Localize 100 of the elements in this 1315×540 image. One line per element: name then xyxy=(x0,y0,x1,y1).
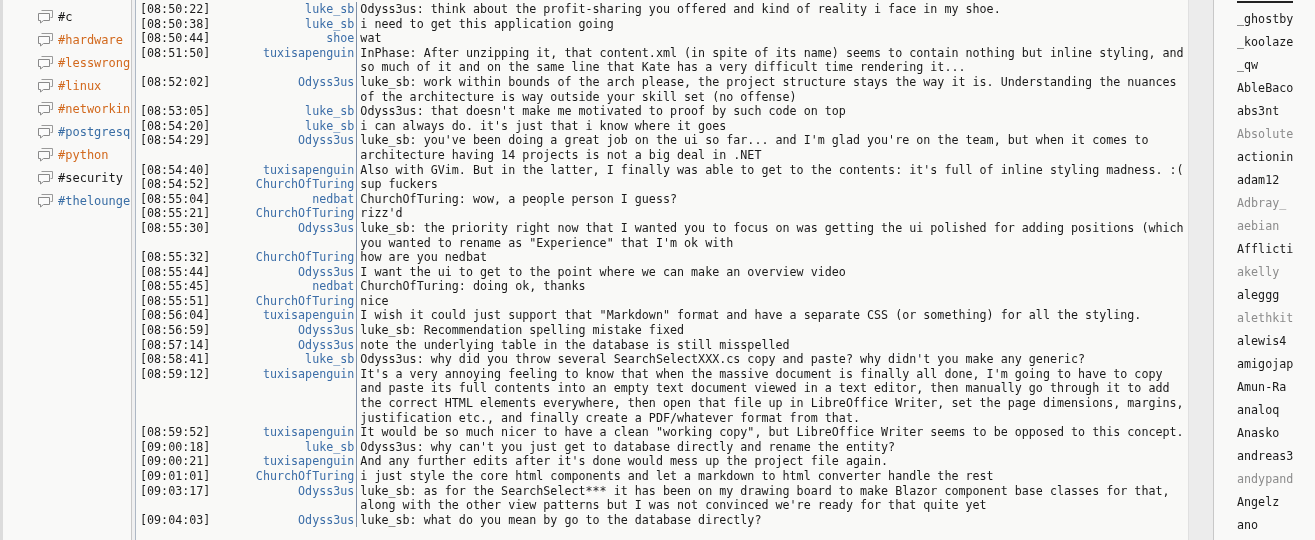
user-item[interactable]: akelly xyxy=(1237,261,1315,284)
channel-item[interactable]: #postgresq xyxy=(37,120,131,143)
channel-name: #linux xyxy=(58,78,102,93)
channel-name: #hardware xyxy=(58,32,124,47)
channel-name: #postgresq xyxy=(58,124,131,139)
channel-item[interactable]: #thelounge xyxy=(37,189,131,212)
timestamp: [08:55:04] xyxy=(140,191,211,207)
nickname[interactable]: luke_sb xyxy=(210,118,357,134)
nickname[interactable]: luke_sb xyxy=(210,2,357,17)
message-text: It's a very annoying feeling to know that when the massive document is finally all done, I'm going to have to copy and paste its full contents into an empty text document viewed in a text editor, then manually go through it to add the correct HTML elements everywhere, then open that file up in LibreOffice Writer, set the page dimensions, margins, justification etc., and finally create a PDF/whatever format from that. xyxy=(356,366,1184,426)
timestamp: [08:50:22] xyxy=(140,2,211,17)
timestamp: [08:51:50] xyxy=(140,45,211,62)
channel-name: #thelounge xyxy=(58,193,131,208)
timestamp: [08:52:02] xyxy=(140,74,211,91)
user-item[interactable]: aebian xyxy=(1237,215,1315,238)
nickname[interactable]: nedbat xyxy=(210,191,357,207)
nickname[interactable]: Odyss3us xyxy=(210,74,357,105)
nickname[interactable]: tuxisapenguin xyxy=(210,162,357,178)
timestamp: [09:03:17] xyxy=(140,483,211,500)
nickname[interactable]: ChurchOfTuring xyxy=(210,177,357,192)
timestamp: [08:50:38] xyxy=(140,16,211,32)
nickname[interactable]: Odyss3us xyxy=(210,133,357,163)
timestamp: [08:59:12] xyxy=(140,366,211,383)
timestamp: [08:54:40] xyxy=(140,162,211,178)
user-item[interactable]: _qw xyxy=(1237,54,1315,77)
nickname[interactable]: tuxisapenguin xyxy=(210,45,357,75)
user-item[interactable]: aleggg xyxy=(1237,284,1315,307)
nickname[interactable]: tuxisapenguin xyxy=(210,308,357,324)
channel-item[interactable]: #lesswrong xyxy=(37,51,131,74)
timestamp: [09:00:21] xyxy=(140,454,211,469)
nickname[interactable]: tuxisapenguin xyxy=(210,366,357,426)
channel-item[interactable]: #python xyxy=(37,143,131,166)
user-item[interactable]: Angelz xyxy=(1237,491,1315,514)
nickname[interactable]: shoe xyxy=(210,31,357,46)
nickname[interactable]: luke_sb xyxy=(210,104,357,119)
nickname[interactable]: ChurchOfTuring xyxy=(210,250,357,265)
nickname[interactable]: luke_sb xyxy=(210,352,357,367)
message-text: how are you nedbat xyxy=(356,250,1184,265)
timestamp: [08:50:44] xyxy=(140,31,211,46)
user-item[interactable]: Absolute xyxy=(1237,123,1315,146)
message-text: rizz'd xyxy=(356,206,1184,221)
channel-item[interactable]: #networkin xyxy=(37,97,131,120)
nickname[interactable]: nedbat xyxy=(210,279,357,294)
timestamp: [08:55:32] xyxy=(140,250,211,265)
timestamp: [09:00:18] xyxy=(140,439,211,455)
user-item[interactable]: adam12 xyxy=(1237,169,1315,192)
chat-bubbles-icon xyxy=(37,78,54,93)
nickname[interactable]: Odyss3us xyxy=(210,337,357,353)
nickname[interactable]: ChurchOfTuring xyxy=(210,469,357,484)
user-item[interactable]: Adbray_ xyxy=(1237,192,1315,215)
message-text: I want the ui to get to the point where we can make an overview video xyxy=(356,264,1184,280)
channel-item[interactable]: #c xyxy=(37,5,131,28)
nickname[interactable]: luke_sb xyxy=(210,16,357,32)
message-text: luke_sb: what do you mean by go to the database directly? xyxy=(356,512,1184,528)
message-text: i need to get this application going xyxy=(356,16,1184,32)
chat-bubbles-icon xyxy=(37,32,54,47)
nickname[interactable]: ChurchOfTuring xyxy=(210,293,357,309)
user-item[interactable]: actionin xyxy=(1237,146,1315,169)
nickname[interactable]: Odyss3us xyxy=(210,220,357,251)
user-item[interactable]: andypand xyxy=(1237,468,1315,491)
user-item[interactable]: Anasko xyxy=(1237,422,1315,445)
user-item[interactable]: ano xyxy=(1237,514,1315,537)
scrollbar[interactable] xyxy=(1188,0,1213,540)
channel-item[interactable]: #linux xyxy=(37,74,131,97)
nickname[interactable]: Odyss3us xyxy=(210,264,357,280)
user-item[interactable]: analoq xyxy=(1237,399,1315,422)
nickname[interactable]: Odyss3us xyxy=(210,323,357,338)
user-item[interactable]: Afflicti xyxy=(1237,238,1315,261)
chat-bubbles-icon xyxy=(37,101,54,116)
nickname[interactable]: luke_sb xyxy=(210,439,357,455)
channel-item[interactable]: #hardware xyxy=(37,28,131,51)
nickname[interactable]: Odyss3us xyxy=(210,512,357,528)
user-item[interactable]: _koolaze xyxy=(1237,31,1315,54)
user-item[interactable]: abs3nt xyxy=(1237,100,1315,123)
chat-bubbles-icon xyxy=(37,170,54,185)
chat-bubbles-icon xyxy=(37,9,54,24)
nickname[interactable]: ChurchOfTuring xyxy=(210,206,357,221)
user-item[interactable]: Amun-Ra xyxy=(1237,376,1315,399)
timestamp: [08:55:30] xyxy=(140,220,211,237)
message-text: It would be so much nicer to have a clean "working copy", but LibreOffice Writer seems to be opposed to this concept. xyxy=(356,425,1184,440)
nickname[interactable]: tuxisapenguin xyxy=(210,425,357,440)
user-item[interactable]: _ghostby xyxy=(1237,8,1315,31)
user-item[interactable]: amigojap xyxy=(1237,353,1315,376)
user-item[interactable]: alewis4 xyxy=(1237,330,1315,353)
message-text: Odyss3us: think about the profit-sharing you offered and kind of reality i face in my shoe. xyxy=(356,2,1184,17)
nickname[interactable]: Odyss3us xyxy=(210,483,357,513)
message-text: luke_sb: you've been doing a great job on the ui so far... and I'm glad you're on the team, but when it comes to architecture having 14 projects is not a big deal in .NET xyxy=(356,133,1184,163)
user-item[interactable]: andreas3 xyxy=(1237,445,1315,468)
channel-name: #c xyxy=(58,9,73,24)
timestamp: [08:55:51] xyxy=(140,293,211,309)
channel-name: #networkin xyxy=(58,101,131,116)
timestamp: [08:57:14] xyxy=(140,337,211,353)
message-text: i just style the core html components and let a markdown to html converter handle the rest xyxy=(356,469,1184,484)
timestamp: [08:55:45] xyxy=(140,279,211,294)
timestamp: [08:55:21] xyxy=(140,206,211,221)
nickname[interactable]: tuxisapenguin xyxy=(210,454,357,469)
channel-name: #lesswrong xyxy=(58,55,131,70)
channel-item[interactable]: #security xyxy=(37,166,131,189)
user-item[interactable]: AbleBaco xyxy=(1237,77,1315,100)
user-item[interactable]: alethkit xyxy=(1237,307,1315,330)
